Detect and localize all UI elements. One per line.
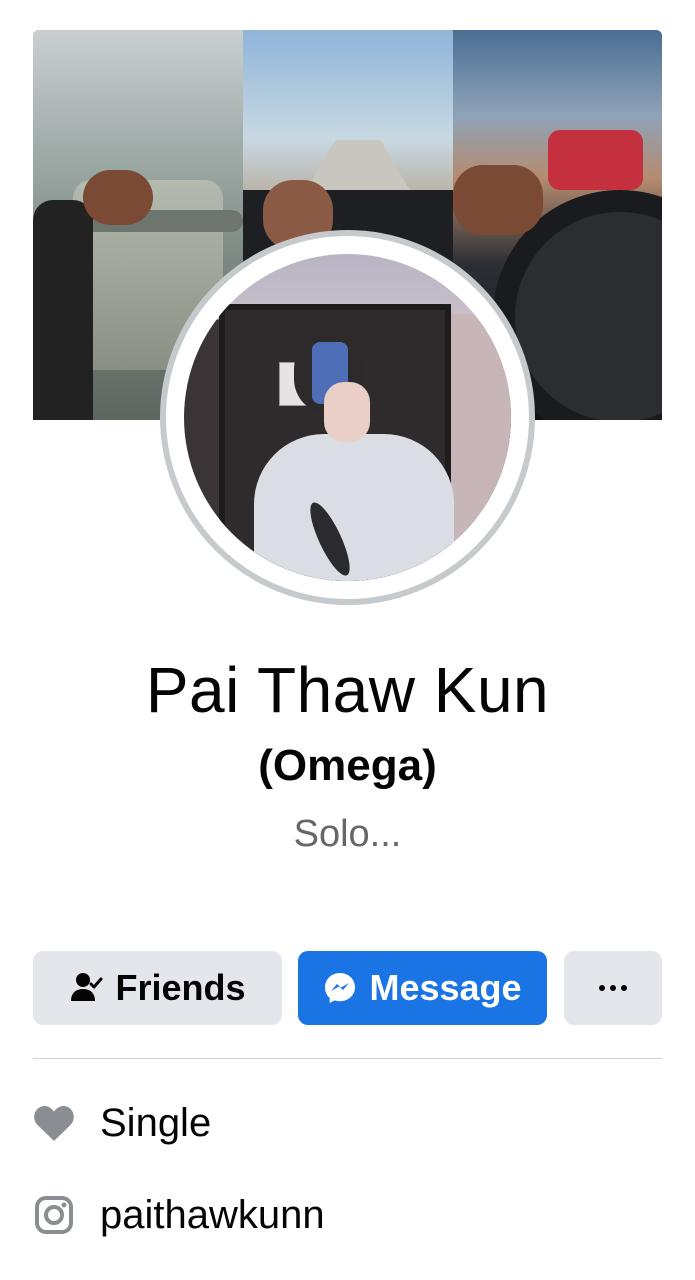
person-check-icon <box>69 971 103 1005</box>
profile-name: Pai Thaw Kun <box>145 654 550 726</box>
relationship-status-row: Single <box>33 1093 211 1153</box>
profile-bio: Solo... <box>293 813 402 855</box>
section-divider <box>33 1058 662 1059</box>
profile-alternate-name: (Omega) <box>258 741 437 790</box>
profile-picture-frame[interactable] <box>160 230 535 605</box>
heart-icon <box>33 1102 75 1144</box>
instagram-row[interactable]: paithawkunn <box>33 1185 325 1245</box>
instagram-icon <box>33 1194 75 1236</box>
message-button-label: Message <box>369 967 522 1008</box>
message-button[interactable]: Message <box>298 951 547 1025</box>
more-dots-icon <box>599 985 627 991</box>
friends-button-label: Friends <box>115 967 246 1008</box>
messenger-icon <box>323 971 357 1005</box>
profile-picture[interactable] <box>184 254 511 581</box>
instagram-username[interactable]: paithawkunn <box>100 1193 325 1238</box>
friends-button[interactable]: Friends <box>33 951 282 1025</box>
relationship-status-text: Single <box>100 1100 212 1145</box>
more-options-button[interactable] <box>564 951 662 1025</box>
